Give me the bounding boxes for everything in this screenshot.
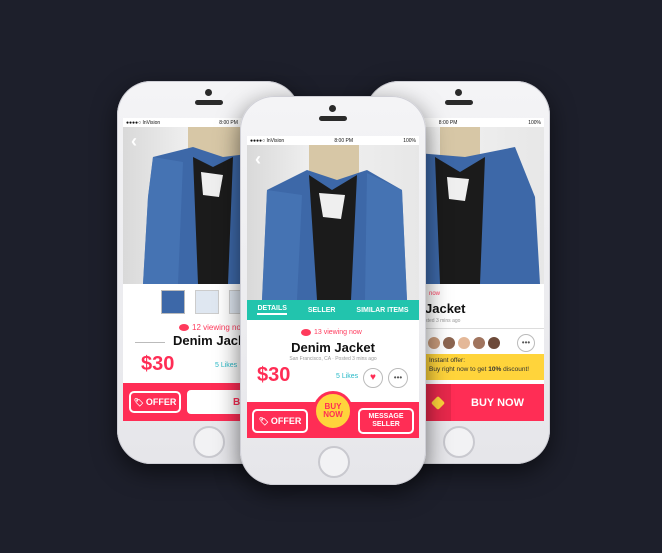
product-title: Denim Jacket	[291, 340, 375, 355]
thumbnail[interactable]	[195, 290, 219, 314]
divider	[135, 342, 165, 343]
tag-icon: 🏷	[258, 416, 269, 426]
home-button[interactable]	[193, 426, 225, 458]
avatar[interactable]	[487, 336, 501, 350]
battery-label: 100%	[403, 137, 416, 144]
viewing-count: 13 viewing now	[301, 329, 362, 336]
tab-details[interactable]: DETAILS	[257, 305, 287, 315]
more-icon: •••	[393, 373, 403, 382]
message-seller-button[interactable]: MESSAGE SELLER	[358, 408, 414, 434]
offer-button[interactable]: 🏷 OFFER	[129, 391, 181, 413]
speaker	[195, 100, 223, 105]
avatar[interactable]	[442, 336, 456, 350]
buy-now-button[interactable]: BUY NOW	[451, 384, 544, 421]
tab-similar-items[interactable]: SIMILAR ITEMS	[356, 307, 408, 314]
avatar[interactable]	[427, 336, 441, 350]
price: $30	[141, 353, 175, 375]
divider	[425, 328, 544, 329]
likes-count[interactable]: 5 Likes	[336, 373, 358, 380]
more-icon: •••	[521, 338, 531, 347]
home-button[interactable]	[443, 426, 475, 458]
thumbnail[interactable]	[161, 290, 185, 314]
instant-offer-banner: Instant offer: Buy right now to get 10% …	[425, 354, 544, 380]
status-bar: ●●●●○ InVision 8:00 PM 100%	[247, 136, 419, 145]
location-posted: San Francisco, CA · Posted 3 mins ago	[289, 356, 377, 362]
tab-bar: DETAILS SELLER SIMILAR ITEMS	[247, 300, 419, 320]
phone-center: ●●●●○ InVision 8:00 PM 100% ‹ DETAILS SE…	[240, 96, 426, 485]
screen-center: ●●●●○ InVision 8:00 PM 100% ‹ DETAILS SE…	[247, 136, 419, 438]
like-button[interactable]: ♥	[363, 368, 383, 388]
camera	[455, 89, 462, 96]
back-chevron-icon[interactable]: ‹	[255, 149, 261, 170]
back-chevron-icon[interactable]: ‹	[131, 131, 137, 152]
viewing-count: 12 viewing now	[179, 323, 247, 332]
buy-now-button[interactable]: BUY NOW	[313, 391, 353, 431]
product-photo: ‹	[247, 145, 419, 300]
more-options-button[interactable]: •••	[517, 334, 535, 352]
offer-button[interactable]: 🏷 OFFER	[252, 409, 308, 433]
home-button[interactable]	[318, 446, 350, 478]
viewing-count: now	[429, 291, 441, 297]
time-label: 8:00 PM	[438, 119, 458, 126]
heart-icon: ♥	[370, 372, 376, 383]
liker-avatars	[427, 336, 501, 350]
camera	[329, 105, 336, 112]
likes-count[interactable]: 5 Likes	[215, 362, 237, 369]
product-title: Jacket	[425, 301, 466, 316]
tag-button[interactable]	[425, 384, 451, 421]
battery-label: 100%	[528, 119, 541, 126]
time-label: 8:00 PM	[219, 119, 238, 126]
eye-icon	[179, 324, 189, 331]
time-label: 8:00 PM	[334, 137, 353, 144]
tab-seller[interactable]: SELLER	[308, 307, 336, 314]
tag-icon	[430, 395, 446, 410]
camera	[205, 89, 212, 96]
jacket-image	[262, 145, 407, 300]
carrier-label: ●●●●○ InVision	[126, 119, 161, 126]
speaker	[319, 116, 347, 121]
action-bar: BUY NOW	[425, 384, 544, 421]
carrier-label: ●●●●○ InVision	[250, 137, 285, 144]
price: $30	[257, 364, 291, 386]
more-options-button[interactable]: •••	[388, 368, 408, 388]
eye-icon	[301, 329, 311, 336]
avatar[interactable]	[457, 336, 471, 350]
avatar[interactable]	[472, 336, 486, 350]
speaker	[445, 100, 473, 105]
tag-icon: 🏷	[133, 397, 144, 407]
